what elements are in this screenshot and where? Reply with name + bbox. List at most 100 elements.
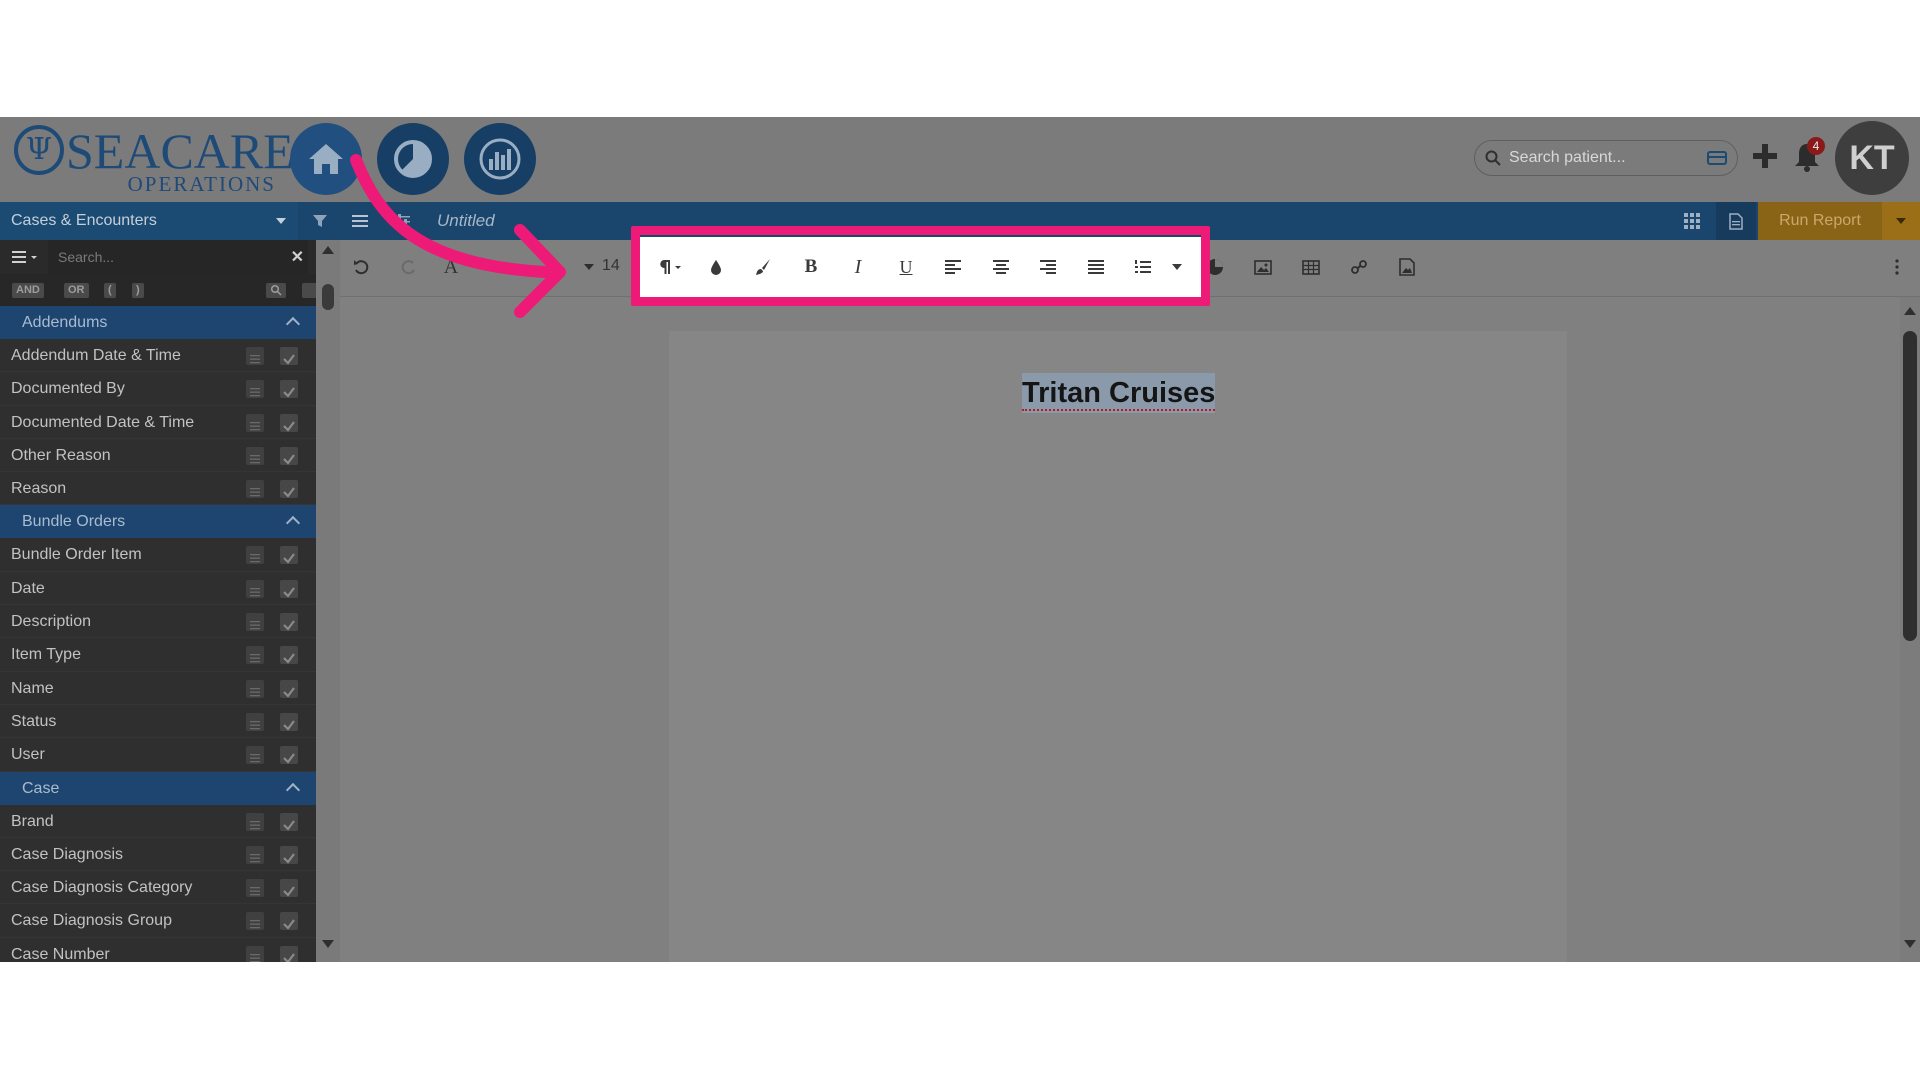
checkmark-icon[interactable]	[280, 613, 298, 632]
scroll-up-icon[interactable]	[1904, 307, 1916, 315]
font-size-dropdown[interactable]	[572, 250, 606, 284]
run-report-button[interactable]: Run Report	[1758, 202, 1882, 240]
field-settings-icon[interactable]	[246, 679, 264, 698]
filter-button[interactable]	[302, 202, 338, 240]
checkmark-icon[interactable]	[280, 446, 298, 465]
field-settings-icon[interactable]	[246, 546, 264, 565]
insert-file-image-button[interactable]	[1390, 250, 1424, 284]
insert-image-button[interactable]	[1246, 250, 1280, 284]
field-user[interactable]: User	[0, 738, 316, 772]
field-item-type[interactable]: Item Type	[0, 638, 316, 672]
reports-button[interactable]	[464, 123, 536, 195]
field-settings-icon[interactable]	[246, 413, 264, 432]
document-view-button[interactable]	[1716, 202, 1756, 240]
field-name[interactable]: Name	[0, 671, 316, 705]
field-addendum-date-time[interactable]: Addendum Date & Time	[0, 339, 316, 373]
or-button[interactable]: OR	[64, 283, 89, 298]
field-case-number[interactable]: Case Number	[0, 937, 316, 962]
document-title[interactable]: Untitled	[437, 202, 495, 240]
seacare-logo[interactable]: Ψ SEACARE OPERATIONS	[14, 125, 294, 196]
field-settings-icon[interactable]	[246, 613, 264, 632]
field-settings-icon[interactable]	[246, 845, 264, 864]
id-card-icon[interactable]	[1707, 150, 1727, 166]
field-settings-icon[interactable]	[246, 712, 264, 731]
checkmark-icon[interactable]	[280, 380, 298, 399]
field-settings-icon[interactable]	[246, 812, 264, 831]
menu-dropdown-icon[interactable]	[10, 248, 44, 266]
field-description[interactable]: Description	[0, 605, 316, 639]
field-case-diagnosis-category[interactable]: Case Diagnosis Category	[0, 871, 316, 905]
expression-icon[interactable]	[302, 283, 316, 298]
open-paren-button[interactable]: (	[104, 283, 116, 298]
document-heading[interactable]: Tritan Cruises	[1022, 373, 1216, 413]
checkmark-icon[interactable]	[280, 845, 298, 864]
scroll-down-icon[interactable]	[322, 940, 334, 948]
plus-icon[interactable]	[1751, 142, 1779, 170]
sidebar-scrollbar[interactable]	[316, 240, 340, 962]
checkmark-icon[interactable]	[280, 579, 298, 598]
field-bundle-order-item[interactable]: Bundle Order Item	[0, 538, 316, 572]
checkmark-icon[interactable]	[280, 879, 298, 898]
insert-link-button[interactable]	[1342, 250, 1376, 284]
field-date[interactable]: Date	[0, 571, 316, 606]
checkmark-icon[interactable]	[280, 912, 298, 931]
sidebar-scroll-thumb[interactable]	[322, 284, 334, 310]
font-size-value[interactable]: 14	[602, 257, 620, 275]
field-settings-icon[interactable]	[246, 879, 264, 898]
insert-table-button[interactable]	[1294, 250, 1328, 284]
clear-search-icon[interactable]: ✕	[291, 247, 304, 267]
patient-search[interactable]: Search patient...	[1474, 140, 1738, 176]
field-other-reason[interactable]: Other Reason	[0, 438, 316, 473]
field-settings-icon[interactable]	[246, 746, 264, 765]
checkmark-icon[interactable]	[280, 945, 298, 962]
search-fields-icon[interactable]	[266, 283, 286, 298]
checkmark-icon[interactable]	[280, 546, 298, 565]
field-case-diagnosis-group[interactable]: Case Diagnosis Group	[0, 904, 316, 938]
group-addendums[interactable]: Addendums	[0, 306, 316, 339]
field-settings-icon[interactable]	[246, 380, 264, 399]
chevron-up-icon[interactable]	[285, 316, 301, 332]
scroll-up-icon[interactable]	[322, 246, 334, 254]
field-brand[interactable]: Brand	[0, 804, 316, 838]
field-settings-icon[interactable]	[246, 646, 264, 665]
field-settings-icon[interactable]	[246, 347, 264, 365]
checkmark-icon[interactable]	[280, 679, 298, 698]
checkmark-icon[interactable]	[280, 712, 298, 731]
canvas-scrollbar[interactable]	[1900, 297, 1920, 962]
field-settings-icon[interactable]	[246, 480, 264, 499]
close-paren-button[interactable]: )	[132, 283, 144, 298]
checkmark-icon[interactable]	[280, 413, 298, 432]
undo-button[interactable]	[344, 250, 378, 284]
chevron-up-icon[interactable]	[285, 782, 301, 797]
scroll-down-icon[interactable]	[1904, 940, 1916, 948]
field-search-input[interactable]: Search...	[48, 240, 308, 274]
checkmark-icon[interactable]	[280, 646, 298, 665]
group-case[interactable]: Case	[0, 771, 316, 805]
field-settings-icon[interactable]	[246, 912, 264, 931]
redo-button[interactable]	[392, 250, 426, 284]
checkmark-icon[interactable]	[280, 746, 298, 765]
field-settings-icon[interactable]	[246, 446, 264, 465]
home-button[interactable]	[290, 123, 362, 195]
field-documented-date-time[interactable]: Documented Date & Time	[0, 405, 316, 439]
data-source-select[interactable]: Cases & Encounters	[0, 202, 298, 240]
field-settings-icon[interactable]	[246, 945, 264, 962]
canvas-scroll-thumb[interactable]	[1903, 331, 1917, 641]
more-options-button[interactable]	[1880, 250, 1914, 284]
document-page[interactable]: Tritan Cruises	[669, 331, 1567, 962]
field-status[interactable]: Status	[0, 704, 316, 739]
dashboard-button[interactable]	[377, 123, 449, 195]
chevron-up-icon[interactable]	[285, 516, 301, 531]
run-report-options-button[interactable]	[1882, 202, 1920, 240]
field-case-diagnosis[interactable]: Case Diagnosis	[0, 837, 316, 872]
grid-view-button[interactable]	[1672, 202, 1712, 240]
and-button[interactable]: AND	[12, 283, 44, 298]
checkmark-icon[interactable]	[280, 480, 298, 499]
settings-sliders-button[interactable]	[384, 202, 420, 240]
checkmark-icon[interactable]	[280, 812, 298, 831]
user-avatar[interactable]: KT	[1835, 121, 1909, 195]
list-view-button[interactable]	[342, 202, 378, 240]
field-documented-by[interactable]: Documented By	[0, 372, 316, 406]
checkmark-icon[interactable]	[280, 347, 298, 365]
field-settings-icon[interactable]	[246, 579, 264, 598]
